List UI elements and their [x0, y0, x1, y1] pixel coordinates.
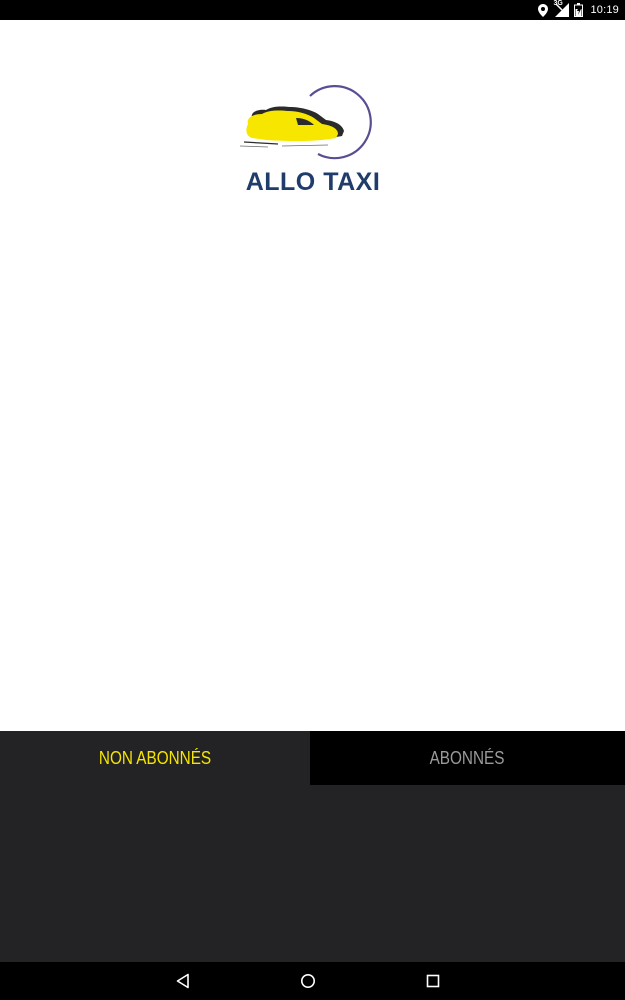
- tab-non-abonnes-label: NON ABONNÉS: [98, 747, 212, 768]
- tab-non-abonnes[interactable]: NON ABONNÉS: [0, 731, 310, 785]
- back-button[interactable]: [163, 962, 203, 1000]
- status-bar: 3G 10:19: [0, 0, 625, 20]
- logo-car: [246, 110, 338, 142]
- network-label: 3G: [553, 0, 563, 7]
- recents-icon: [426, 974, 440, 988]
- battery-icon: [574, 3, 584, 17]
- taxi-logo-mark: [239, 85, 372, 160]
- tab-content-panel: [0, 785, 625, 962]
- home-button[interactable]: [288, 962, 328, 1000]
- location-icon: [538, 3, 549, 17]
- signal-icon: 3G: [553, 0, 570, 17]
- app-logo: ALLO TAXI: [238, 84, 388, 196]
- navigation-bar: [0, 962, 625, 1000]
- back-icon: [176, 973, 189, 989]
- logo-text: ALLO TAXI: [245, 168, 381, 196]
- status-icons: 3G 10:19: [538, 0, 619, 20]
- status-time: 10:19: [590, 4, 619, 16]
- tab-abonnes[interactable]: ABONNÉS: [310, 731, 625, 785]
- tab-bar: NON ABONNÉS ABONNÉS: [0, 731, 625, 785]
- tab-abonnes-label: ABONNÉS: [430, 747, 505, 768]
- home-icon: [301, 974, 315, 988]
- app-screen: 3G 10:19 ALLO TAXI NON ABONNÉS ABONNÉS: [0, 0, 625, 1000]
- recents-button[interactable]: [413, 962, 453, 1000]
